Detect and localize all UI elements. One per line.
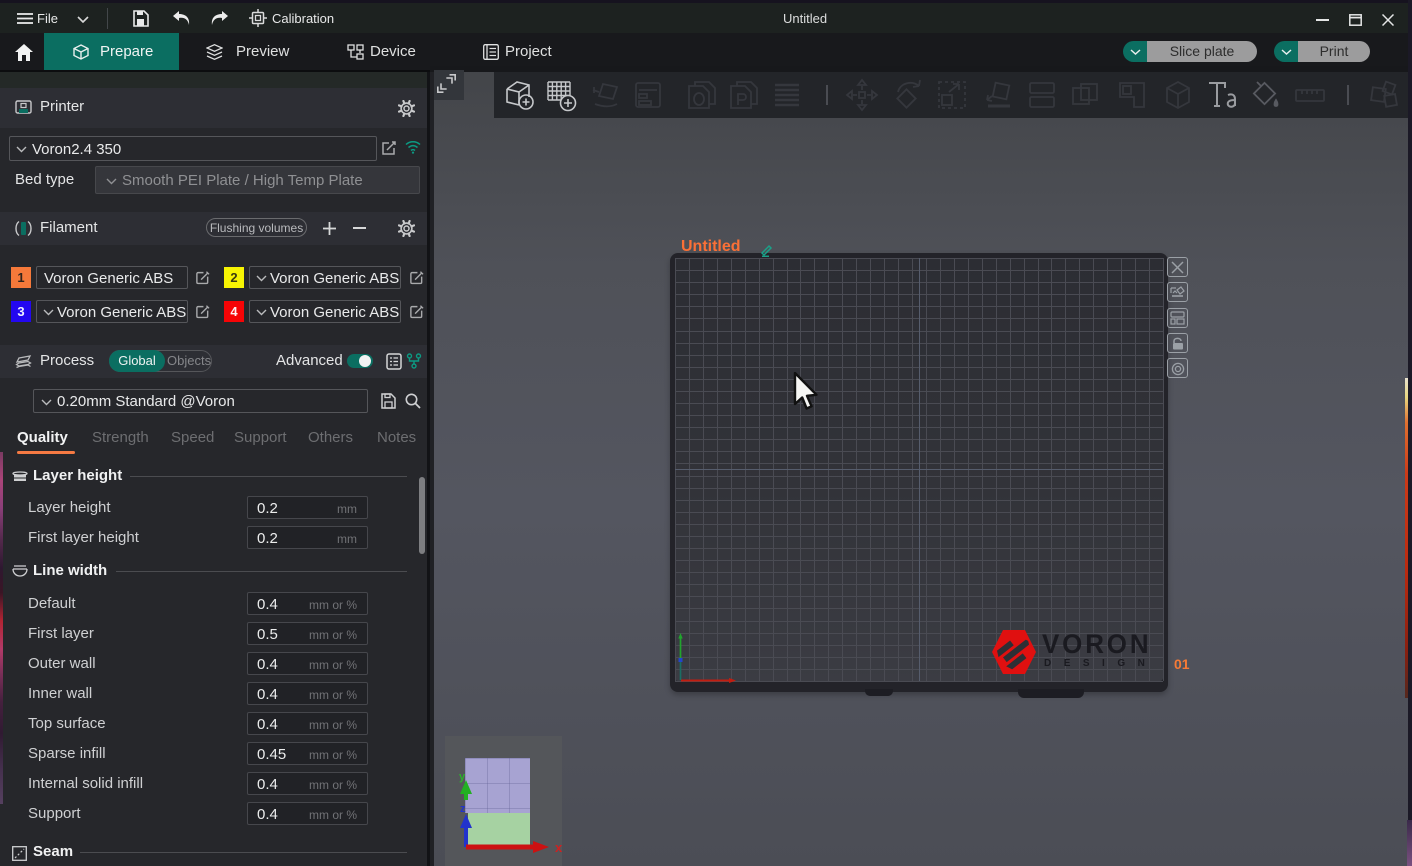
svg-text:z: z	[460, 803, 466, 815]
svg-text:x: x	[555, 840, 562, 855]
svg-text:y: y	[459, 771, 466, 783]
